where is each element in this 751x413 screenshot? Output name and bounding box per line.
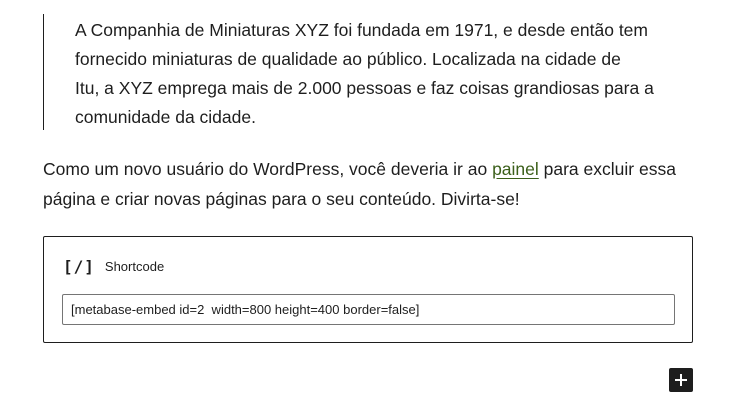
quote-line: comunidade da cidade.	[75, 107, 256, 127]
shortcode-block[interactable]: [/] Shortcode	[43, 236, 693, 343]
paragraph-text: para excluir essa	[538, 159, 676, 179]
paragraph-block[interactable]: Como um novo usuário do WordPress, você …	[43, 154, 713, 214]
shortcode-title: Shortcode	[104, 259, 165, 274]
shortcode-header: [/] Shortcode	[63, 257, 164, 276]
shortcode-input[interactable]	[62, 294, 675, 325]
add-block-button[interactable]	[669, 368, 693, 392]
quote-block[interactable]: A Companhia de Miniaturas XYZ foi fundad…	[43, 14, 683, 130]
paragraph-text: página e criar novas páginas para o seu …	[43, 189, 520, 209]
dashboard-link[interactable]: painel	[492, 159, 539, 179]
quote-line: A Companhia de Miniaturas XYZ foi fundad…	[75, 20, 648, 40]
quote-line: Itu, a XYZ emprega mais de 2.000 pessoas…	[75, 78, 654, 98]
paragraph-text: Como um novo usuário do WordPress, você …	[43, 159, 493, 179]
shortcode-icon: [/]	[63, 257, 95, 276]
plus-icon	[675, 374, 687, 386]
quote-line: fornecido miniaturas de qualidade ao púb…	[75, 49, 621, 69]
